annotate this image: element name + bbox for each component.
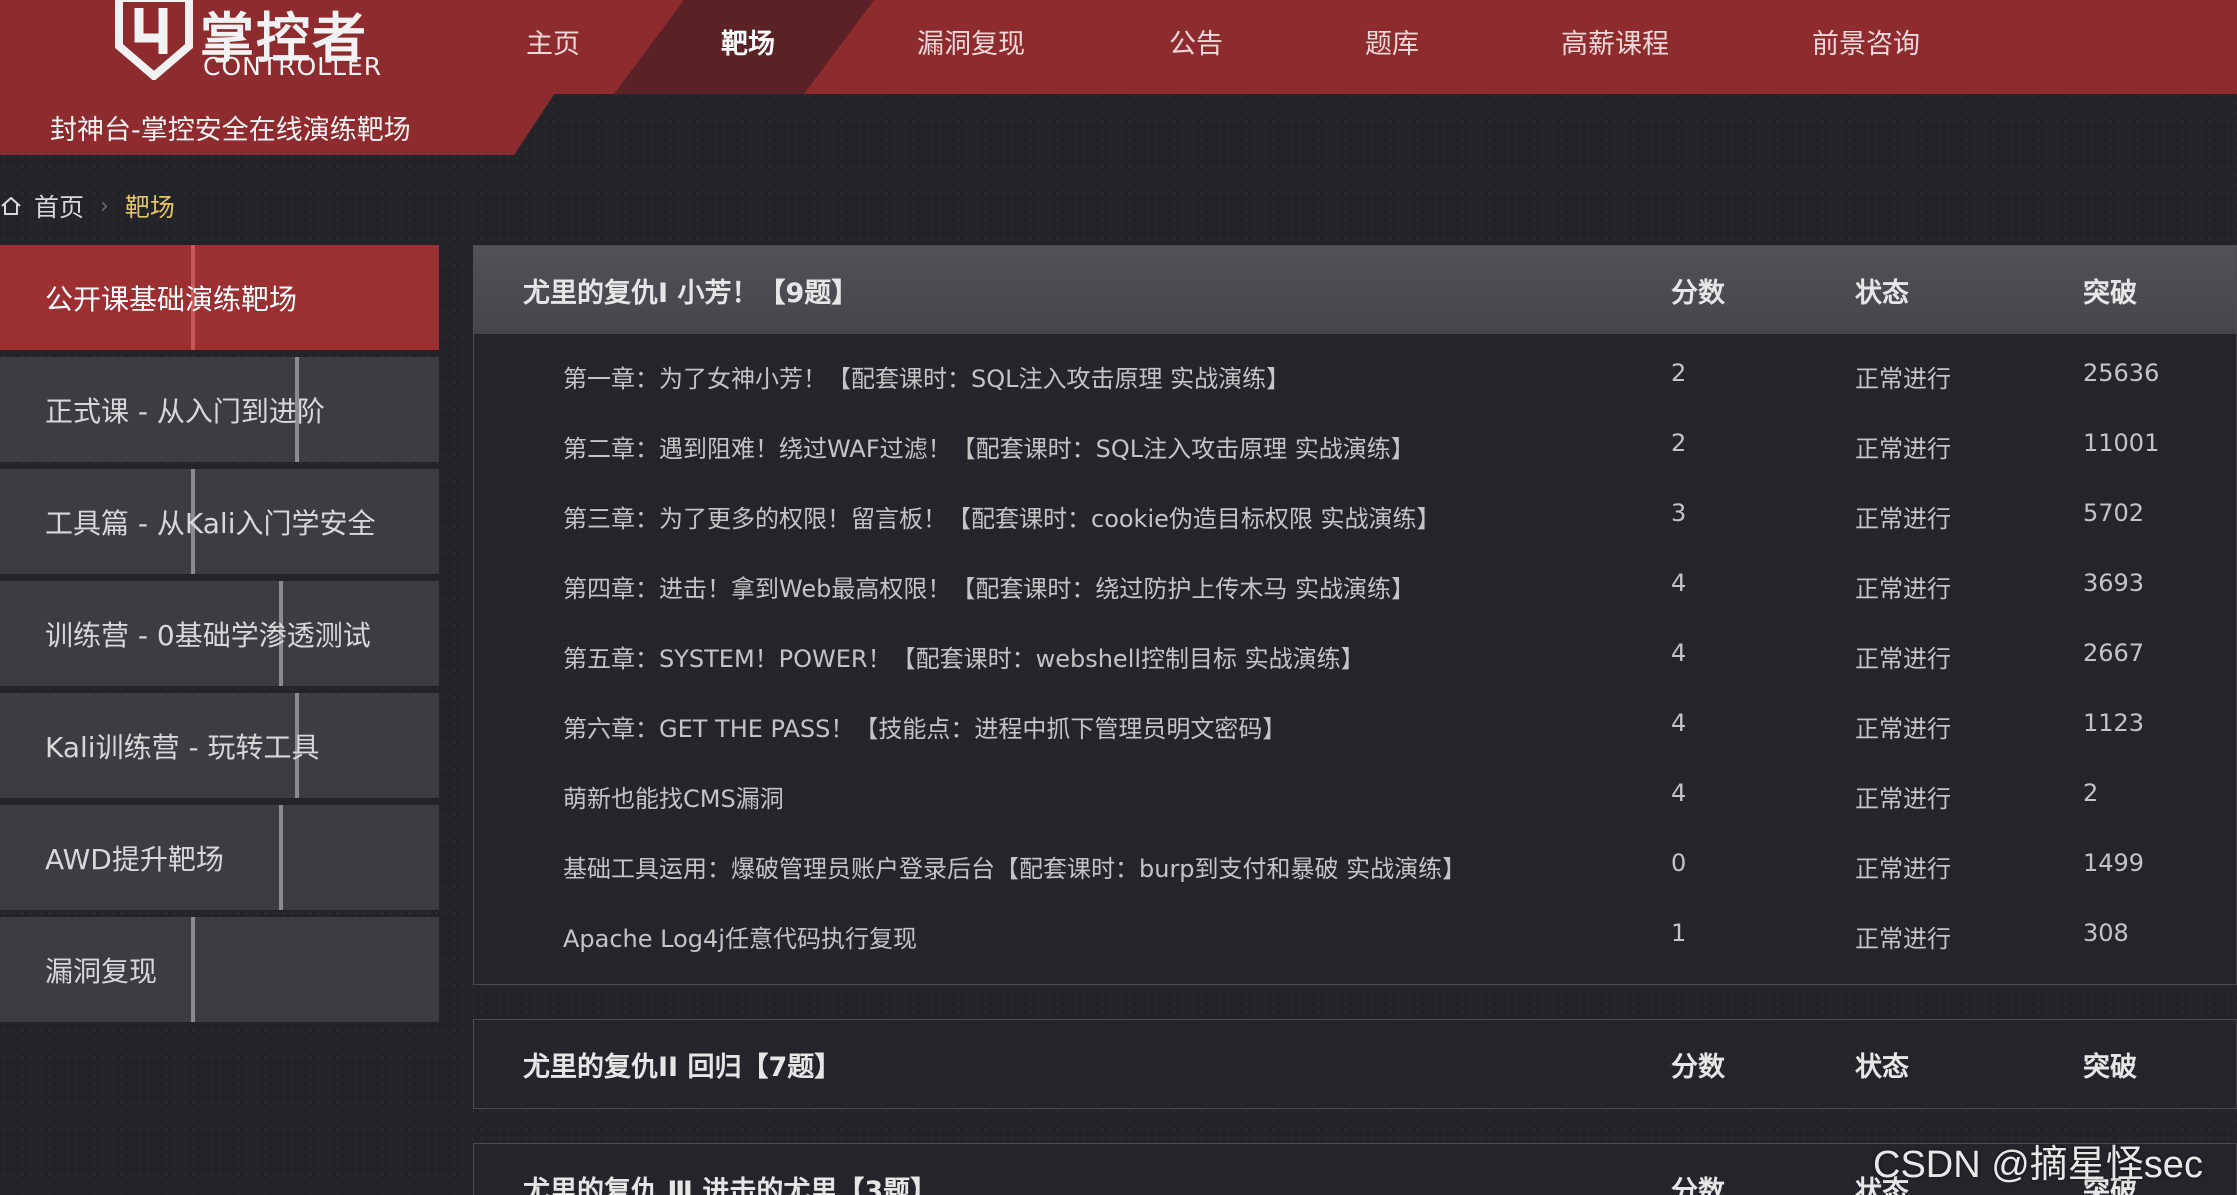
block-title: 尤里的复仇 Ⅲ 进击的尤里【3题】	[523, 1175, 938, 1195]
sidebar-item-vuln-reproduce[interactable]: 漏洞复现	[0, 917, 439, 1022]
col-header-score: 分数	[1671, 277, 1725, 309]
nav-vuln-reproduce[interactable]: 漏洞复现	[917, 22, 1025, 61]
challenge-row[interactable]: 第二章：遇到阻难！绕过WAF过滤！【配套课时：SQL注入攻击原理 实战演练】 2…	[474, 410, 2236, 480]
sidebar-item-awd[interactable]: AWD提升靶场	[0, 805, 439, 910]
challenge-score: 4	[1671, 709, 1687, 737]
challenge-score: 4	[1671, 779, 1687, 807]
challenge-title-link[interactable]: 第四章：进击！拿到Web最高权限！【配套课时：绕过防护上传木马 实战演练】	[563, 569, 1415, 604]
challenge-row[interactable]: 第六章：GET THE PASS！【技能点：进程中抓下管理员明文密码】 4 正常…	[474, 690, 2236, 760]
challenge-score: 0	[1671, 849, 1687, 877]
col-header-status: 状态	[1855, 277, 1909, 309]
col-header-score: 分数	[1671, 1175, 1725, 1195]
sidebar: 公开课基础演练靶场 正式课 - 从入门到进阶 工具篇 - 从Kali入门学安全 …	[0, 245, 439, 1029]
challenge-score: 1	[1671, 919, 1687, 947]
challenge-title-link[interactable]: 第一章：为了女神小芳！【配套课时：SQL注入攻击原理 实战演练】	[563, 359, 1290, 394]
challenge-status: 正常进行	[1855, 785, 1951, 813]
col-header-breakthrough: 突破	[2083, 1051, 2137, 1083]
nav-question-bank[interactable]: 题库	[1365, 22, 1419, 61]
sidebar-item-training-camp[interactable]: 训练营 - 0基础学渗透测试	[0, 581, 439, 686]
challenge-score: 3	[1671, 499, 1687, 527]
breadcrumb-current: 靶场	[124, 193, 175, 222]
sidebar-item-formal-course[interactable]: 正式课 - 从入门到进阶	[0, 357, 439, 462]
home-icon	[1, 196, 21, 215]
challenge-breakthrough-count: 1123	[2083, 709, 2145, 737]
block-title: 尤里的复仇Ⅰ 小芳！【9题】	[523, 277, 859, 309]
challenge-title-link[interactable]: 第六章：GET THE PASS！【技能点：进程中抓下管理员明文密码】	[563, 709, 1286, 744]
breadcrumb-home[interactable]: 首页	[34, 188, 84, 224]
challenge-block-header[interactable]: 尤里的复仇Ⅰ 小芳！【9题】 分数 状态 突破	[474, 246, 2236, 334]
challenge-row[interactable]: 基础工具运用：爆破管理员账户登录后台【配套课时：burp到支付和暴破 实战演练】…	[474, 830, 2236, 900]
challenge-row[interactable]: 第四章：进击！拿到Web最高权限！【配套课时：绕过防护上传木马 实战演练】 4 …	[474, 550, 2236, 620]
csdn-watermark: CSDN @摘星怪sec	[1873, 1144, 2203, 1186]
sidebar-item-label: Kali训练营 - 玩转工具	[45, 730, 320, 764]
breadcrumb-separator: ›	[100, 193, 109, 219]
challenge-block-2: 尤里的复仇II 回归【7题】 分数 状态 突破	[473, 1019, 2237, 1109]
challenge-status: 正常进行	[1855, 435, 1951, 463]
challenge-row[interactable]: 第三章：为了更多的权限！留言板！【配套课时：cookie伪造目标权限 实战演练】…	[474, 480, 2236, 550]
challenge-breakthrough-count: 2	[2083, 779, 2099, 807]
nav-announcement[interactable]: 公告	[1169, 22, 1223, 61]
challenge-score: 2	[1671, 359, 1687, 387]
challenge-score: 4	[1671, 569, 1687, 597]
challenge-score: 2	[1671, 429, 1687, 457]
challenge-title-link[interactable]: 萌新也能找CMS漏洞	[563, 779, 784, 814]
sidebar-item-public-course[interactable]: 公开课基础演练靶场	[0, 245, 439, 350]
nav-home[interactable]: 主页	[526, 22, 580, 61]
nav-courses[interactable]: 高薪课程	[1561, 22, 1669, 61]
sidebar-item-divider	[279, 805, 283, 910]
sidebar-item-label: 训练营 - 0基础学渗透测试	[45, 618, 371, 652]
sidebar-item-label: 正式课 - 从入门到进阶	[45, 394, 325, 428]
sidebar-item-label: 工具篇 - 从Kali入门学安全	[45, 506, 376, 540]
challenge-block-header[interactable]: 尤里的复仇II 回归【7题】 分数 状态 突破	[474, 1020, 2236, 1108]
challenge-breakthrough-count: 25636	[2083, 359, 2160, 387]
challenge-list: 尤里的复仇Ⅰ 小芳！【9题】 分数 状态 突破 第一章：为了女神小芳！【配套课时…	[473, 245, 2237, 1195]
challenge-breakthrough-count: 2667	[2083, 639, 2145, 667]
col-header-status: 状态	[1855, 1051, 1909, 1083]
challenge-status: 正常进行	[1855, 925, 1951, 953]
sidebar-item-label: 公开课基础演练靶场	[45, 282, 298, 316]
sidebar-item-kali-camp[interactable]: Kali训练营 - 玩转工具	[0, 693, 439, 798]
sidebar-item-label: 漏洞复现	[45, 954, 158, 988]
site-tagline: 封神台-掌控安全在线演练靶场	[50, 115, 411, 146]
challenge-title-link[interactable]: 第三章：为了更多的权限！留言板！【配套课时：cookie伪造目标权限 实战演练】	[563, 499, 1441, 534]
challenge-row[interactable]: 第五章：SYSTEM！POWER！【配套课时：webshell控制目标 实战演练…	[474, 620, 2236, 690]
sidebar-item-divider	[191, 917, 195, 1022]
challenge-breakthrough-count: 3693	[2083, 569, 2145, 597]
breadcrumb: 首页 › 靶场	[0, 190, 175, 222]
block-title: 尤里的复仇II 回归【7题】	[523, 1051, 842, 1083]
challenge-block-1: 尤里的复仇Ⅰ 小芳！【9题】 分数 状态 突破 第一章：为了女神小芳！【配套课时…	[473, 245, 2237, 985]
nav-consulting[interactable]: 前景咨询	[1812, 22, 1920, 61]
sidebar-item-tools-kali[interactable]: 工具篇 - 从Kali入门学安全	[0, 469, 439, 574]
challenge-row[interactable]: 萌新也能找CMS漏洞 4 正常进行 2	[474, 760, 2236, 830]
col-header-breakthrough: 突破	[2083, 277, 2137, 309]
sidebar-item-label: AWD提升靶场	[45, 842, 224, 876]
challenge-status: 正常进行	[1855, 505, 1951, 533]
nav-range[interactable]: 靶场	[721, 22, 775, 61]
main-nav: 主页 靶场 漏洞复现 公告 题库 高薪课程 前景咨询	[0, 0, 2237, 94]
challenge-row[interactable]: 第一章：为了女神小芳！【配套课时：SQL注入攻击原理 实战演练】 2 正常进行 …	[474, 340, 2236, 410]
challenge-status: 正常进行	[1855, 645, 1951, 673]
challenge-title-link[interactable]: Apache Log4j任意代码执行复现	[563, 919, 917, 954]
challenge-title-link[interactable]: 第二章：遇到阻难！绕过WAF过滤！【配套课时：SQL注入攻击原理 实战演练】	[563, 429, 1415, 464]
challenge-title-link[interactable]: 第五章：SYSTEM！POWER！【配套课时：webshell控制目标 实战演练…	[563, 639, 1365, 674]
challenge-breakthrough-count: 11001	[2083, 429, 2160, 457]
challenge-status: 正常进行	[1855, 715, 1951, 743]
col-header-score: 分数	[1671, 1051, 1725, 1083]
challenge-breakthrough-count: 5702	[2083, 499, 2145, 527]
challenge-status: 正常进行	[1855, 365, 1951, 393]
challenge-title-link[interactable]: 基础工具运用：爆破管理员账户登录后台【配套课时：burp到支付和暴破 实战演练】	[563, 849, 1466, 884]
challenge-row[interactable]: Apache Log4j任意代码执行复现 1 正常进行 308	[474, 900, 2236, 970]
challenge-score: 4	[1671, 639, 1687, 667]
challenge-breakthrough-count: 308	[2083, 919, 2129, 947]
challenge-breakthrough-count: 1499	[2083, 849, 2145, 877]
challenge-status: 正常进行	[1855, 855, 1951, 883]
challenge-rows: 第一章：为了女神小芳！【配套课时：SQL注入攻击原理 实战演练】 2 正常进行 …	[474, 334, 2236, 984]
challenge-status: 正常进行	[1855, 575, 1951, 603]
